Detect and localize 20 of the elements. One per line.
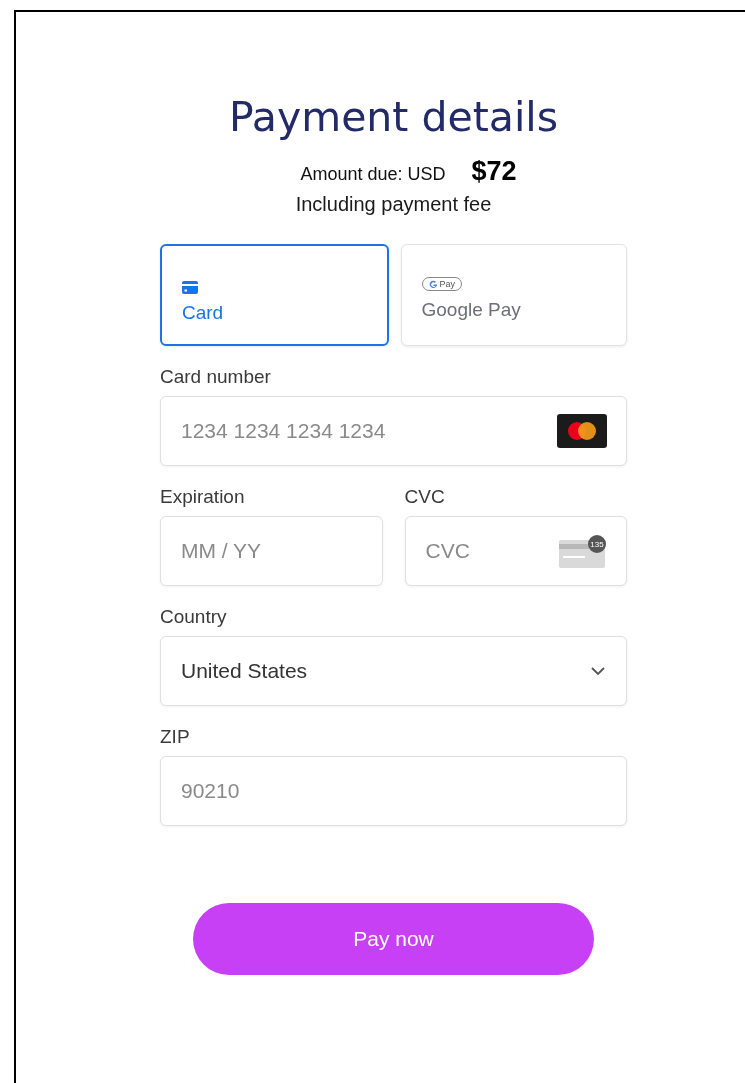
field-label: Card number — [160, 366, 272, 388]
amount-label: Amount due: USD — [300, 164, 446, 185]
page-title: Payment details — [227, 92, 560, 142]
payment-method-tab[interactable]: Card — [160, 244, 389, 346]
card-brand-icon — [557, 414, 607, 448]
field-label: Expiration — [160, 486, 246, 508]
fee-note: Including payment fee — [294, 193, 493, 216]
zip-field[interactable]: 90210 — [160, 756, 627, 826]
amount-value: $72 — [471, 156, 517, 187]
card-icon — [182, 280, 198, 294]
field-label: CVC — [404, 486, 446, 508]
field-label: ZIP — [160, 726, 191, 748]
card-number-field[interactable]: 1234 1234 1234 1234 — [160, 396, 627, 466]
g-icon — [428, 279, 438, 289]
chevron-down-icon — [590, 666, 606, 676]
field-label: Country — [160, 606, 228, 628]
pay-now-button[interactable]: Pay now — [193, 903, 594, 975]
payment-method-tab[interactable]: Pay Google Pay — [400, 244, 627, 346]
expiration-field[interactable]: MM / YY — [160, 516, 383, 586]
country-select[interactable]: United States — [160, 636, 627, 706]
